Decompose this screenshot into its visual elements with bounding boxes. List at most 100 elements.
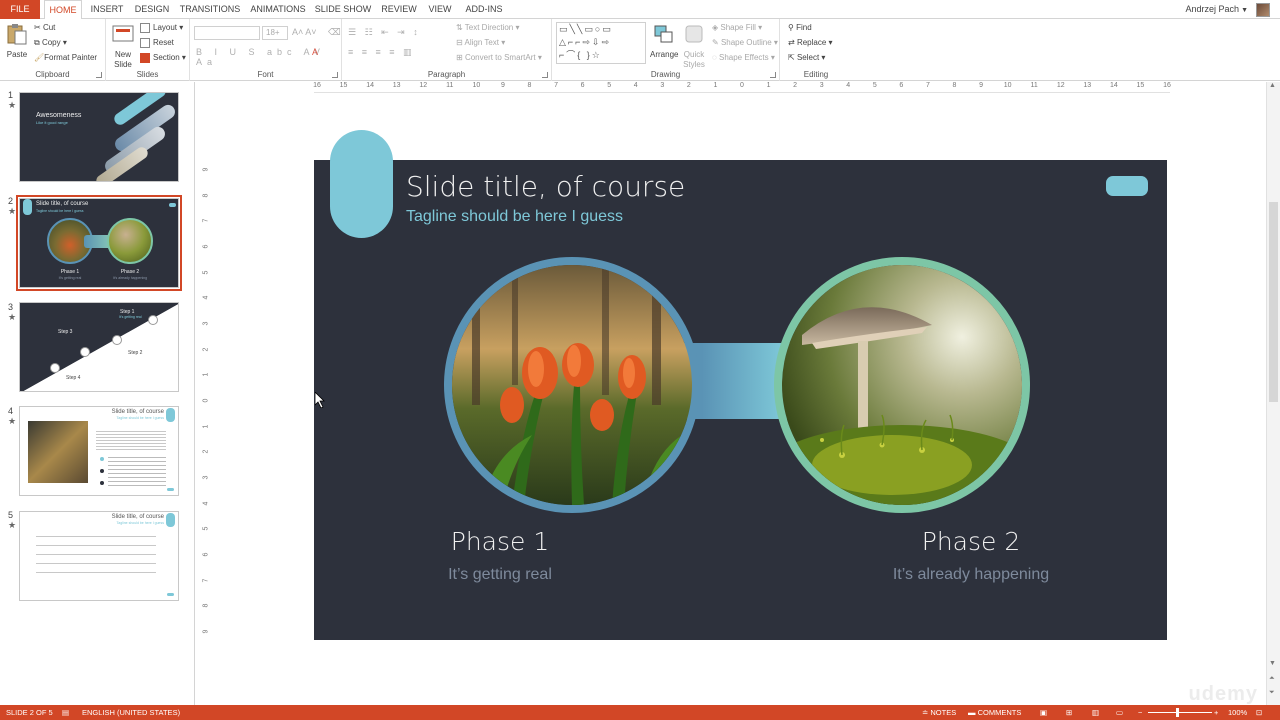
slide-thumbnail-5[interactable]: Slide title, of course Tagline should be… [19, 511, 179, 601]
tab-transitions[interactable]: TRANSITIONS [178, 0, 242, 19]
previous-slide-icon[interactable]: ⏶ [1269, 675, 1275, 683]
font-size-field[interactable]: 18+ [262, 26, 288, 40]
find-button[interactable]: ⚲ Find [788, 22, 812, 34]
slide-thumbnail-2[interactable]: Slide title, of course Tagline should be… [16, 195, 182, 291]
animation-star-icon: ★ [8, 206, 17, 216]
zoom-in-icon[interactable]: + [1214, 705, 1218, 720]
shape-fill-button[interactable]: ◈ Shape Fill ▾ [712, 22, 762, 34]
arrange-button[interactable]: Arrange [650, 23, 678, 60]
pencil-icon: ✎ [712, 38, 721, 47]
tab-home[interactable]: HOME [44, 0, 82, 20]
tab-slide-show[interactable]: SLIDE SHOW [314, 0, 372, 19]
quick-styles-button[interactable]: Quick Styles [680, 23, 708, 70]
slide-sorter-icon[interactable]: ⊞ [1066, 705, 1072, 720]
replace-button[interactable]: ⇄ Replace ▾ [788, 37, 833, 49]
align-text-button[interactable]: ⊟ Align Text ▾ [456, 37, 505, 49]
normal-view-icon[interactable]: ▣ [1040, 705, 1047, 720]
corner-accent-pill[interactable] [1106, 176, 1148, 196]
tab-add-ins[interactable]: ADD-INS [462, 0, 506, 19]
tab-insert[interactable]: INSERT [88, 0, 126, 19]
tab-file[interactable]: FILE [0, 0, 40, 19]
comments-button[interactable]: ▬ COMMENTS [968, 705, 1021, 720]
thumb-step-icon [80, 347, 90, 357]
dialog-launcher-icon[interactable] [770, 72, 776, 78]
tab-design[interactable]: DESIGN [132, 0, 172, 19]
ruler-tick-label: 13 [1083, 82, 1092, 89]
thumb-image-stripes [90, 93, 178, 181]
shapes-gallery[interactable]: ▭╲╲▭○▭ △⌐⌐⇨⇩⇨ ⌐⌒{ }☆ [556, 22, 646, 64]
tab-view[interactable]: VIEW [426, 0, 454, 19]
ruler-tick-label: 10 [1003, 82, 1012, 89]
slide-thumbnail-1[interactable]: Awesomeness Like it good range [19, 92, 179, 182]
list-buttons[interactable]: ☰ ☷ ⇤ ⇥ ↕ [348, 27, 421, 38]
thumb-phase1-sub: It's getting real [58, 276, 82, 280]
convert-smartart-button[interactable]: ⊞ Convert to SmartArt ▾ [456, 52, 542, 64]
align-buttons[interactable]: ≡ ≡ ≡ ≡ ▥ [348, 47, 415, 58]
scroll-down-icon[interactable]: ▼ [1269, 660, 1276, 667]
phase1-subtitle[interactable]: It’s getting real [400, 566, 600, 584]
tab-animations[interactable]: ANIMATIONS [248, 0, 308, 19]
font-style-buttons[interactable]: B I U S abc AV Aa [196, 47, 341, 67]
phase2-subtitle[interactable]: It’s already happening [856, 566, 1086, 584]
slide-title[interactable]: Slide title, of course [406, 170, 685, 203]
font-name-field[interactable] [194, 26, 260, 40]
clear-format-icon[interactable]: ⌫ [328, 27, 341, 38]
layout-button[interactable]: Layout ▾ [140, 22, 183, 34]
slide-thumbnail-4[interactable]: Slide title, of course Tagline should be… [19, 406, 179, 496]
arrange-label: Arrange [650, 50, 679, 59]
dialog-launcher-icon[interactable] [332, 72, 338, 78]
text-direction-button[interactable]: ⇅ Text Direction ▾ [456, 22, 520, 34]
font-color-icon[interactable]: A [312, 47, 318, 57]
phase2-title[interactable]: Phase 2 [871, 527, 1071, 556]
font-grow-icon[interactable]: A˄ A˅ [292, 27, 317, 37]
phase2-image-circle[interactable] [774, 257, 1030, 513]
zoom-slider[interactable] [1148, 712, 1212, 713]
slide-thumbnail-pane[interactable]: 1 ★ Awesomeness Like it good range 2 ★ S… [0, 82, 195, 705]
zoom-level[interactable]: 100% [1228, 705, 1247, 720]
dialog-launcher-icon[interactable] [542, 72, 548, 78]
fit-to-window-icon[interactable]: ⊡ [1256, 705, 1262, 720]
tab-review[interactable]: REVIEW [378, 0, 420, 19]
ruler-tick-label: 2 [202, 347, 210, 352]
quick-styles-icon [685, 25, 703, 43]
replace-label: Replace [796, 38, 827, 47]
shape-effects-button[interactable]: ◌ Shape Effects ▾ [712, 52, 775, 64]
thumb-title-pill [23, 199, 32, 215]
section-button[interactable]: Section ▾ [140, 52, 186, 64]
ruler-tick-label: 12 [419, 82, 428, 89]
scrollbar-thumb[interactable] [1269, 202, 1278, 402]
select-button[interactable]: ⇱ Select ▾ [788, 52, 825, 64]
paste-button[interactable]: Paste [4, 23, 30, 60]
reading-view-icon[interactable]: ▥ [1092, 705, 1099, 720]
ruler-tick-label: 11 [1030, 82, 1038, 89]
phase1-title[interactable]: Phase 1 [400, 527, 600, 556]
language-indicator[interactable]: ENGLISH (UNITED STATES) [82, 705, 180, 720]
zoom-slider-thumb[interactable] [1176, 708, 1179, 717]
ruler-tick-label: 16 [313, 82, 321, 89]
slide-counter[interactable]: SLIDE 2 OF 5 [6, 705, 53, 720]
user-account[interactable]: Andrzej Pach ▼ [1186, 0, 1270, 19]
shape-outline-button[interactable]: ✎ Shape Outline ▾ [712, 37, 778, 49]
phase1-image-circle[interactable] [444, 257, 700, 513]
vertical-scrollbar[interactable]: ▲ ▼ ⏶ ⏷ [1266, 82, 1280, 705]
slide-thumbnail-3[interactable]: Step 1 Step 3 Step 2 Step 4 It's getting… [19, 302, 179, 392]
cut-button[interactable]: ✂ Cut [34, 22, 55, 34]
dialog-launcher-icon[interactable] [96, 72, 102, 78]
thumb-phase2-sub: It's already happening [112, 276, 148, 280]
slide-tagline[interactable]: Tagline should be here I guess [406, 208, 623, 226]
new-slide-button[interactable]: New Slide [110, 23, 136, 70]
slideshow-icon[interactable]: ▭ [1116, 705, 1123, 720]
next-slide-icon[interactable]: ⏷ [1269, 689, 1275, 697]
thumb-text-lines [36, 536, 156, 576]
thumb-photo [28, 421, 88, 483]
reset-button[interactable]: Reset [140, 37, 174, 49]
format-painter-button[interactable]: 🖌Format Painter [34, 52, 97, 64]
thumb-bullet-icon [100, 481, 104, 485]
comments-label: COMMENTS [977, 708, 1022, 717]
notes-button[interactable]: ≐ NOTES [922, 705, 956, 720]
copy-button[interactable]: ⧉ Copy ▾ [34, 37, 67, 49]
scroll-up-icon[interactable]: ▲ [1269, 82, 1276, 89]
title-accent-pill[interactable] [330, 130, 393, 238]
zoom-out-icon[interactable]: − [1138, 705, 1142, 720]
proofing-icon[interactable]: ▤ [62, 705, 69, 720]
